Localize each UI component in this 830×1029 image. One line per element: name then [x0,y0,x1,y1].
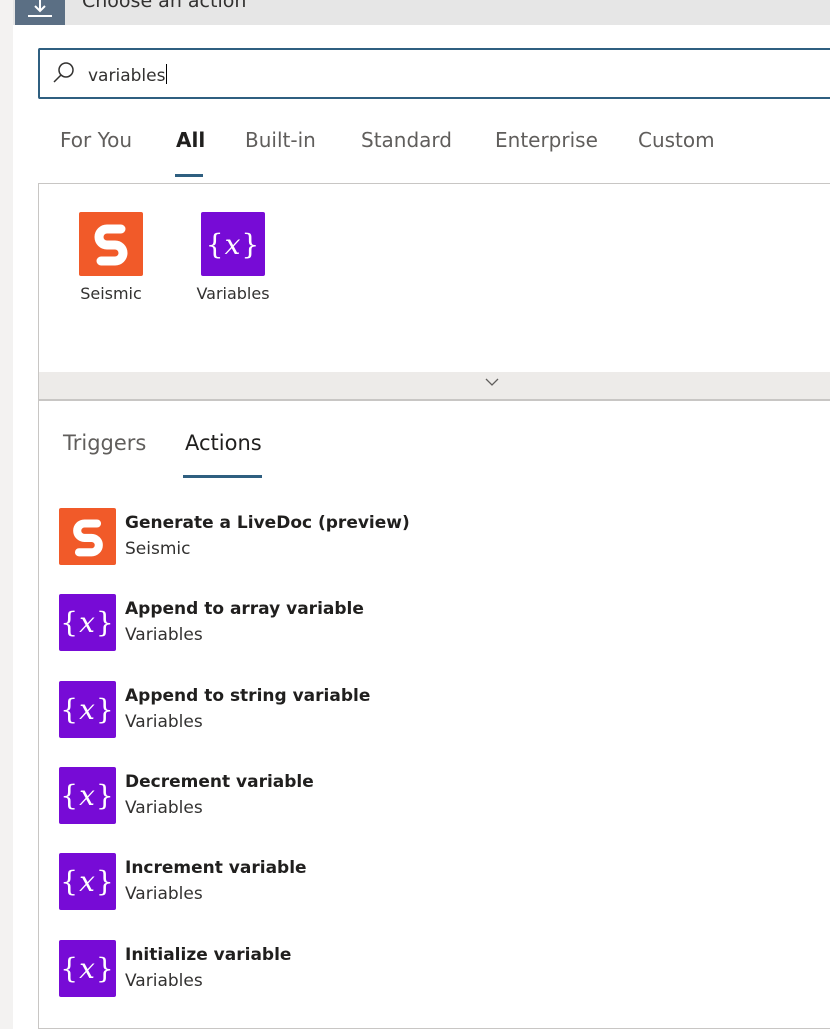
active-subtab-indicator [183,475,262,478]
variables-icon: {x} [59,853,116,910]
action-item-generate-livedoc[interactable]: Generate a LiveDoc (preview) Seismic [59,508,830,568]
active-tab-indicator [175,174,203,177]
action-connector: Variables [125,712,203,732]
variables-icon: {x} [201,212,265,276]
tab-standard[interactable]: Standard [361,128,452,152]
search-input[interactable]: variables [38,48,830,99]
choose-action-panel: Choose an action variables For You All B… [13,0,830,1029]
tab-for-you[interactable]: For You [60,128,132,152]
expand-connectors-toggle[interactable] [38,372,830,400]
panel-header: Choose an action [13,0,830,25]
action-title: Decrement variable [125,772,314,792]
left-rail [0,0,14,1029]
tab-triggers[interactable]: Triggers [63,431,146,455]
connector-seismic[interactable]: Seismic [71,212,151,303]
action-connector: Seismic [125,539,191,559]
tab-enterprise[interactable]: Enterprise [495,128,598,152]
search-value: variables [88,64,168,86]
tab-built-in[interactable]: Built-in [245,128,316,152]
action-item-append-array[interactable]: {x} Append to array variable Variables [59,594,830,654]
panel-title: Choose an action [82,0,247,12]
action-connector: Variables [125,625,203,645]
action-title: Increment variable [125,858,307,878]
variables-icon: {x} [59,594,116,651]
action-title: Append to string variable [125,686,371,706]
actions-panel: Triggers Actions Generate a LiveDoc (pre… [38,400,830,1029]
action-title: Initialize variable [125,945,292,965]
tab-actions[interactable]: Actions [185,431,262,455]
search-icon [53,62,74,83]
connector-label: Seismic [80,284,142,303]
chevron-down-icon [485,378,499,386]
action-title: Generate a LiveDoc (preview) [125,513,410,533]
action-item-append-string[interactable]: {x} Append to string variable Variables [59,681,830,741]
action-connector: Variables [125,971,203,991]
action-connector: Variables [125,798,203,818]
tab-custom[interactable]: Custom [638,128,715,152]
variables-icon: {x} [59,767,116,824]
action-item-decrement[interactable]: {x} Decrement variable Variables [59,767,830,827]
action-item-increment[interactable]: {x} Increment variable Variables [59,853,830,913]
action-step-icon [15,0,65,25]
text-cursor [166,64,168,84]
action-title: Append to array variable [125,599,364,619]
action-connector: Variables [125,884,203,904]
connector-list: Seismic {x} Variables [38,183,830,373]
action-item-initialize[interactable]: {x} Initialize variable Variables [59,940,830,1000]
connector-label: Variables [196,284,270,303]
tab-all[interactable]: All [176,128,205,152]
connector-variables[interactable]: {x} Variables [193,212,273,303]
variables-icon: {x} [59,940,116,997]
seismic-icon [79,212,143,276]
variables-icon: {x} [59,681,116,738]
seismic-icon [59,508,116,565]
